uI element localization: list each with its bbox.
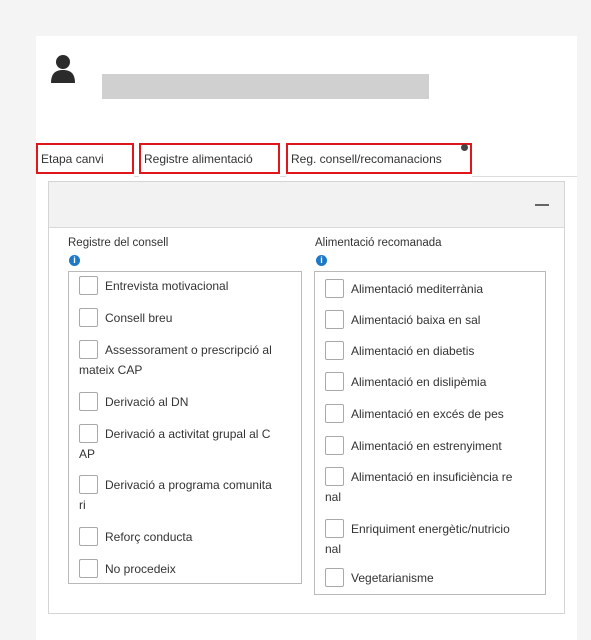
checkbox-option[interactable]: Derivació a activitat grupal al C AP	[79, 423, 293, 464]
consell-panel: Registre del consell i Alimentació recom…	[48, 181, 565, 614]
info-icon[interactable]: i	[316, 255, 327, 266]
checkbox-option[interactable]: Alimentació baixa en sal	[325, 309, 537, 330]
consell-list[interactable]: Entrevista motivacional Consell breu Ass…	[68, 271, 302, 584]
checkbox-option[interactable]: Alimentació mediterrània	[325, 278, 537, 299]
tab-bar: Etapa canvi Registre alimentació Reg. co…	[36, 140, 577, 177]
checkbox-option[interactable]: Derivació a programa comunita ri	[79, 474, 293, 515]
checkbox[interactable]	[79, 308, 98, 328]
checkbox[interactable]	[79, 424, 98, 444]
checkbox-option[interactable]: Alimentació en insuficiència re nal	[325, 466, 537, 507]
checkbox[interactable]	[79, 392, 98, 412]
tab-registre-alimentacio[interactable]: Registre alimentació	[139, 140, 280, 177]
checkbox[interactable]	[79, 559, 98, 579]
tab-etapa-canvi[interactable]: Etapa canvi	[36, 140, 134, 177]
checkbox-option[interactable]: Alimentació en dislipèmia	[325, 371, 537, 392]
checkbox-option[interactable]: Reforç conducta	[79, 526, 293, 547]
alimentacio-list[interactable]: Alimentació mediterrània Alimentació bai…	[314, 271, 546, 595]
left-section-title: Registre del consell	[68, 237, 169, 249]
user-header	[50, 54, 450, 99]
checkbox-option[interactable]: Consell breu	[79, 307, 293, 328]
checkbox-option[interactable]: Vegetarianisme	[325, 567, 537, 588]
user-icon	[51, 55, 75, 83]
checkbox[interactable]	[79, 276, 98, 296]
highlight-frame	[36, 143, 134, 174]
highlight-frame	[139, 143, 280, 174]
checkbox[interactable]	[325, 404, 344, 424]
checkbox[interactable]	[325, 568, 344, 588]
checkbox-option[interactable]: Assessorament o prescripció al mateix CAP	[79, 339, 293, 380]
checkbox-option[interactable]: Derivació al DN	[79, 391, 293, 412]
checkbox-option[interactable]: Alimentació en diabetis	[325, 340, 537, 361]
checkbox[interactable]	[325, 279, 344, 299]
checkbox[interactable]	[79, 340, 98, 360]
highlight-frame	[286, 143, 472, 174]
minus-icon[interactable]	[534, 196, 550, 212]
checkbox[interactable]	[79, 475, 98, 495]
patient-card: Etapa canvi Registre alimentació Reg. co…	[36, 36, 577, 640]
panel-header	[49, 182, 564, 228]
notification-dot	[461, 144, 468, 151]
right-section-title: Alimentació recomanada	[315, 237, 442, 249]
checkbox[interactable]	[325, 310, 344, 330]
checkbox[interactable]	[325, 467, 344, 487]
checkbox-option[interactable]: No procedeix	[79, 558, 293, 579]
tab-reg-consell[interactable]: Reg. consell/recomanacions	[286, 140, 472, 177]
checkbox[interactable]	[325, 519, 344, 539]
checkbox[interactable]	[79, 527, 98, 547]
patient-name-redacted	[102, 74, 429, 99]
checkbox[interactable]	[325, 372, 344, 392]
checkbox-option[interactable]: Entrevista motivacional	[79, 275, 293, 296]
checkbox[interactable]	[325, 436, 344, 456]
checkbox[interactable]	[325, 341, 344, 361]
info-icon[interactable]: i	[69, 255, 80, 266]
checkbox-option[interactable]: Enriquiment energètic/nutricio nal	[325, 518, 537, 559]
checkbox-option[interactable]: Alimentació en excés de pes	[325, 403, 537, 424]
checkbox-option[interactable]: Alimentació en estrenyiment	[325, 435, 537, 456]
